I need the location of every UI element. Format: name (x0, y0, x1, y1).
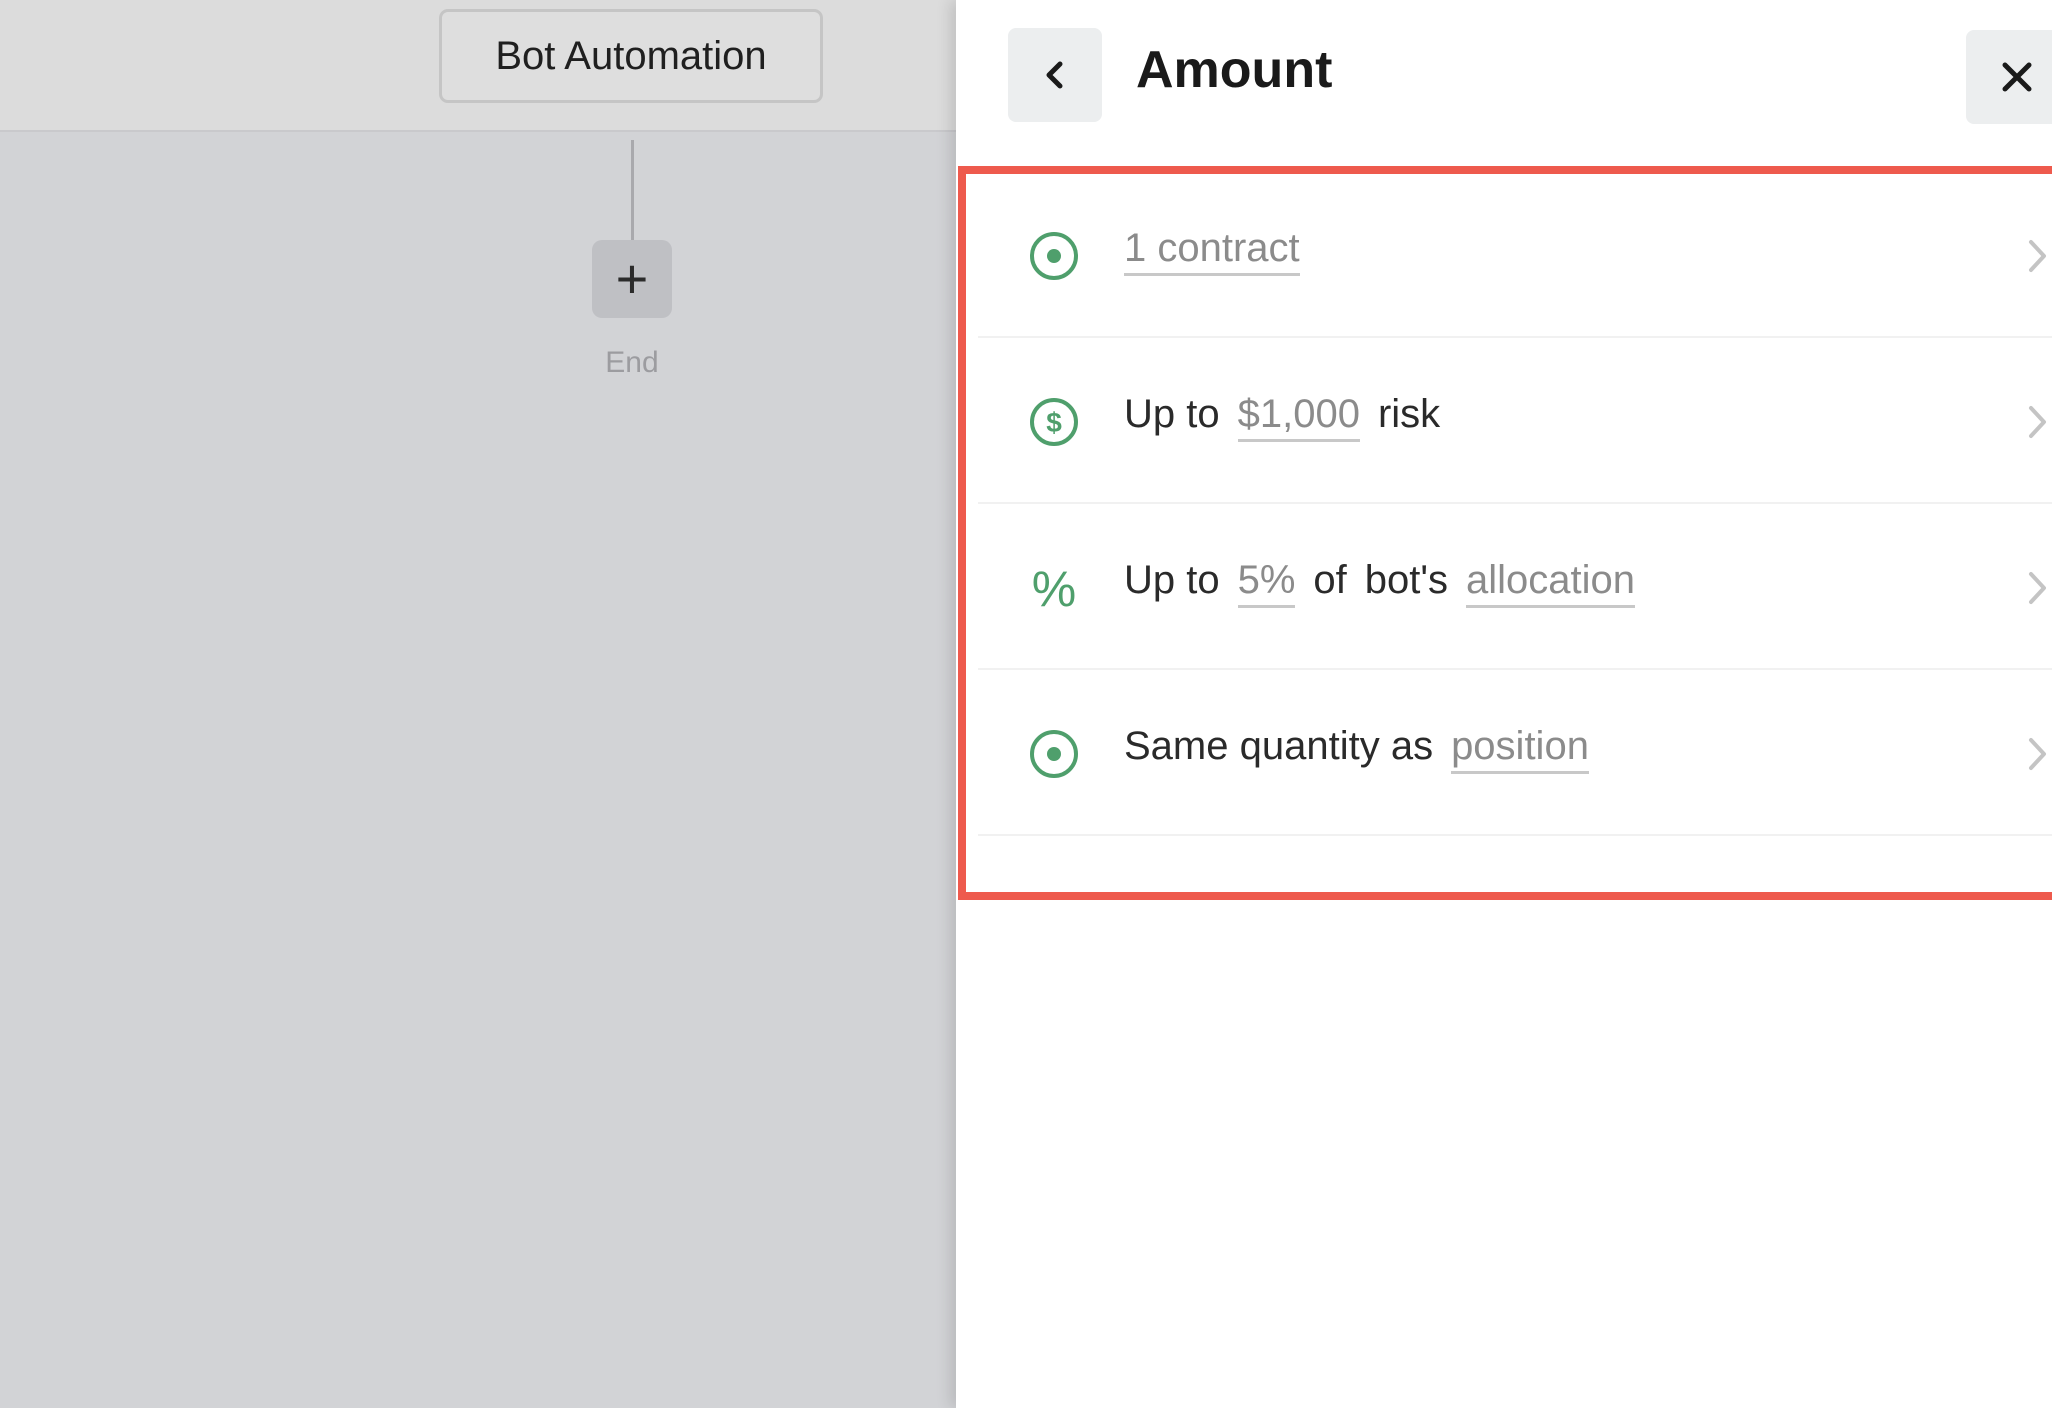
end-label: End (605, 346, 659, 379)
back-button[interactable] (1008, 28, 1102, 122)
option-text: Up to 5% of bot's allocation (1124, 558, 1653, 608)
close-icon (2002, 62, 2032, 92)
percent-value[interactable]: 5% (1237, 558, 1296, 608)
of-text: of (1313, 558, 1347, 602)
option-text: Up to $1,000 risk (1124, 392, 1458, 442)
close-button[interactable] (1966, 30, 2052, 124)
chevron-right-icon (2029, 406, 2046, 438)
bots-text: bot's (1364, 558, 1449, 602)
radio-icon (1030, 232, 1078, 280)
add-step-button[interactable]: + (592, 240, 672, 318)
option-one-contract[interactable]: 1 contract (978, 174, 2052, 338)
amount-panel: Amount 1 contract $ Up to $1,000 risk % … (956, 0, 2052, 1408)
svg-text:$: $ (1046, 407, 1062, 438)
risk-value[interactable]: $1,000 (1237, 392, 1360, 442)
radio-icon (1030, 730, 1078, 778)
percent-icon: % (1032, 562, 1076, 614)
bot-automation-node[interactable]: Bot Automation (439, 9, 823, 103)
chevron-right-icon (2029, 240, 2046, 272)
allocation-value[interactable]: allocation (1466, 558, 1636, 608)
dollar-circle-icon: $ (1030, 398, 1078, 446)
chevron-right-icon (2029, 572, 2046, 604)
option-text: 1 contract (1124, 226, 1318, 276)
suffix-text: risk (1377, 392, 1441, 436)
option-text: Same quantity as position (1124, 724, 1607, 774)
option-allocation-percent[interactable]: % Up to 5% of bot's allocation (978, 506, 2052, 670)
chevron-right-icon (2029, 738, 2046, 770)
prefix-text: Up to (1124, 558, 1220, 602)
position-value[interactable]: position (1451, 724, 1589, 774)
chevron-left-icon (1046, 61, 1063, 89)
plus-icon: + (615, 247, 649, 310)
prefix-text: Up to (1124, 392, 1220, 436)
workflow-canvas: Bot Automation + End (0, 0, 956, 1408)
panel-title: Amount (1136, 41, 1333, 99)
option-same-quantity[interactable]: Same quantity as position (978, 672, 2052, 836)
contract-value[interactable]: 1 contract (1124, 226, 1300, 276)
connector-line (631, 140, 634, 240)
option-risk-amount[interactable]: $ Up to $1,000 risk (978, 340, 2052, 504)
amount-options-list: 1 contract $ Up to $1,000 risk % Up to 5… (958, 166, 2052, 900)
svg-text:%: % (1032, 562, 1076, 614)
prefix-text: Same quantity as (1124, 724, 1434, 768)
